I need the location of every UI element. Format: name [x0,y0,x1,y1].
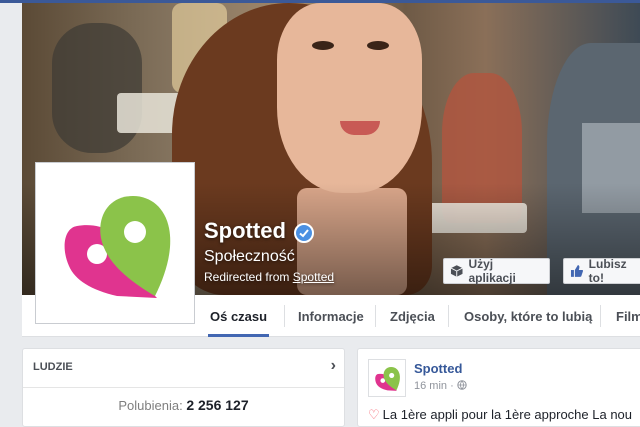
post-text-content: La 1ère appli pour la 1ère approche La n… [382,407,633,422]
cover-background-shape [52,23,142,153]
tab-photos[interactable]: Zdjęcia [390,295,435,337]
globe-icon [457,380,467,390]
tab-divider [375,305,376,327]
like-button[interactable]: Lubisz to! [563,257,640,285]
tab-divider [284,305,285,327]
thumbs-up-icon [570,265,584,277]
people-card: LUDZIE › Polubienia: 2 256 127 [22,348,345,427]
cover-woman-face [277,3,422,193]
post-avatar[interactable] [368,359,406,397]
timeline-post: Spotted 16 min · ♡ La 1ère appli pour la … [357,348,640,427]
cube-app-icon [450,265,463,277]
post-text: ♡ La 1ère appli pour la 1ère approche La … [368,407,632,423]
likes-value: 2 256 127 [186,397,249,413]
tab-divider [448,305,449,327]
tab-divider [600,305,601,327]
post-meta: 16 min · [414,380,467,392]
redirected-notice: Redirected from Spotted [204,270,334,284]
use-app-button[interactable]: Użyj aplikacji [443,257,550,285]
spotted-logo-icon [375,367,400,391]
spotted-logo-icon [64,196,171,298]
card-divider [23,387,344,388]
profile-picture[interactable] [35,162,195,324]
likes-count: Polubienia: 2 256 127 [23,397,344,413]
tab-about[interactable]: Informacje [298,295,364,337]
verified-badge-icon [294,223,314,243]
page-category: Społeczność [204,248,295,265]
chevron-right-icon[interactable]: › [331,357,336,375]
spotted-logo [39,166,191,320]
redirected-prefix: Redirected from [204,270,290,284]
post-meta-separator: · [450,380,454,392]
tab-likes[interactable]: Osoby, które to lubią [464,295,592,337]
tab-videos[interactable]: Filmy [616,295,640,337]
post-time[interactable]: 16 min [414,380,447,392]
page-title[interactable]: Spotted [204,218,286,244]
tab-timeline[interactable]: Oś czasu [207,295,270,337]
like-label: Lubisz to! [588,257,627,285]
people-card-header[interactable]: LUDZIE [33,361,73,373]
likes-label: Polubienia: [118,398,183,413]
heart-emoji-icon: ♡ [368,407,380,422]
use-app-label: Użyj aplikacji [468,257,516,285]
post-author[interactable]: Spotted [414,361,462,376]
redirected-link[interactable]: Spotted [293,270,334,284]
cover-woman-eye [367,41,389,50]
cover-woman-eye [312,41,334,50]
